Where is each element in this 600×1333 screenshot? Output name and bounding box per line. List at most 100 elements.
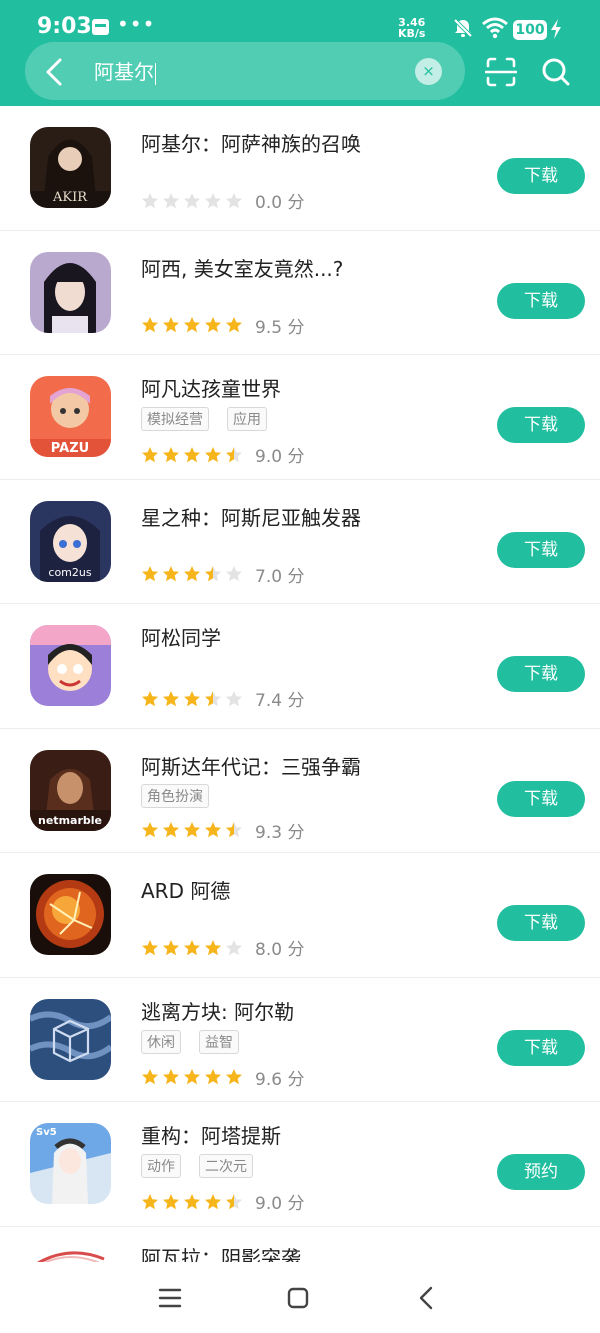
- search-input[interactable]: 阿基尔: [94, 58, 156, 86]
- app-title[interactable]: 重构：阿塔提斯: [141, 1120, 281, 1149]
- menu-icon[interactable]: [157, 1287, 183, 1309]
- download-button[interactable]: 下载: [497, 158, 585, 194]
- app-title[interactable]: 逃离方块: 阿尔勒: [141, 996, 294, 1025]
- star-full-icon: [205, 317, 221, 333]
- star-rating: [141, 192, 243, 210]
- app-list-item[interactable]: Sv5 重构：阿塔提斯 动作 二次元 9.0 分 预约: [0, 1102, 600, 1227]
- app-list-item[interactable]: netmarble 阿斯达年代记：三强争霸 角色扮演 9.3 分 下载: [0, 729, 600, 853]
- app-title[interactable]: 阿凡达孩童世界: [141, 373, 281, 402]
- app-icon[interactable]: netmarble: [30, 749, 111, 831]
- star-full-icon: [142, 939, 158, 955]
- app-tag: 角色扮演: [141, 783, 209, 808]
- star-full-icon: [163, 1193, 179, 1209]
- search-box[interactable]: [25, 42, 465, 100]
- star-rating: [141, 690, 243, 708]
- app-title[interactable]: 阿基尔：阿萨神族的召唤: [141, 128, 361, 157]
- app-title[interactable]: 阿西, 美女室友竟然...?: [141, 253, 343, 282]
- app-score: 8.0 分: [255, 940, 305, 960]
- search-icon[interactable]: [540, 55, 572, 89]
- star-empty-icon: [163, 192, 179, 208]
- download-button[interactable]: 下载: [497, 656, 585, 692]
- app-list-item[interactable]: ARD 阿德 8.0 分 下载: [0, 853, 600, 978]
- star-rating: [141, 565, 243, 583]
- app-icon[interactable]: PAZU: [30, 376, 111, 457]
- star-full-icon: [205, 939, 221, 955]
- star-full-icon: [184, 566, 200, 582]
- nav-back-icon[interactable]: [415, 1285, 437, 1311]
- star-full-icon: [142, 1193, 158, 1209]
- app-tag: 应用: [227, 407, 267, 431]
- app-icon[interactable]: [30, 998, 111, 1080]
- star-full-icon: [184, 1069, 200, 1085]
- clear-search-button[interactable]: ×: [415, 58, 442, 85]
- home-icon[interactable]: [286, 1286, 310, 1310]
- app-title-partial[interactable]: 阿瓦拉：阴影突袭: [141, 1243, 301, 1263]
- star-half-icon: [226, 822, 242, 838]
- app-icon[interactable]: AKIR: [30, 127, 111, 208]
- app-title[interactable]: ARD 阿德: [141, 875, 230, 904]
- app-tags: 模拟经营 应用: [141, 407, 267, 431]
- battery-level: 100: [513, 20, 547, 40]
- app-title[interactable]: 星之种：阿斯尼亚触发器: [141, 502, 361, 531]
- reserve-button[interactable]: 预约: [497, 1154, 585, 1190]
- download-button[interactable]: 下载: [497, 1029, 585, 1066]
- app-rating: 0.0 分: [141, 188, 304, 213]
- svg-text:netmarble: netmarble: [38, 814, 102, 827]
- app-list-item[interactable]: 阿松同学 7.4 分 下载: [0, 604, 600, 729]
- app-list-item[interactable]: com2us 星之种：阿斯尼亚触发器 7.0 分 下载: [0, 480, 600, 604]
- star-full-icon: [226, 1069, 242, 1085]
- svg-text:PAZU: PAZU: [51, 441, 89, 456]
- star-full-icon: [163, 1069, 179, 1085]
- app-title[interactable]: 阿斯达年代记：三强争霸: [141, 751, 361, 780]
- app-score: 7.0 分: [255, 566, 305, 587]
- app-icon[interactable]: [30, 874, 111, 955]
- star-full-icon: [184, 690, 200, 706]
- star-full-icon: [184, 822, 200, 838]
- star-half-icon: [205, 566, 221, 582]
- app-icon-partial[interactable]: [30, 1248, 111, 1262]
- back-arrow-icon[interactable]: [36, 55, 72, 89]
- app-title[interactable]: 阿松同学: [141, 622, 221, 651]
- download-button[interactable]: 下载: [497, 407, 585, 443]
- app-icon[interactable]: [30, 625, 111, 706]
- scan-icon[interactable]: [485, 56, 517, 88]
- net-speed-unit: KB/s: [398, 27, 426, 40]
- download-button[interactable]: 下载: [497, 780, 585, 817]
- status-time: 9:03: [37, 14, 92, 39]
- app-icon[interactable]: Sv5: [30, 1123, 111, 1204]
- star-half-icon: [226, 1193, 242, 1209]
- app-tag: 休闲: [141, 1029, 181, 1054]
- download-button[interactable]: 下载: [497, 282, 585, 319]
- app-rating: 8.0 分: [141, 935, 304, 960]
- svg-text:AKIR: AKIR: [52, 190, 88, 205]
- text-caret: [155, 62, 156, 85]
- svg-text:Sv5: Sv5: [36, 1127, 57, 1138]
- star-full-icon: [142, 317, 158, 333]
- star-full-icon: [205, 1069, 221, 1085]
- app-icon[interactable]: com2us: [30, 500, 111, 582]
- star-full-icon: [205, 446, 221, 462]
- star-full-icon: [163, 690, 179, 706]
- app-list-item[interactable]: AKIR 阿基尔：阿萨神族的召唤 0.0 分 下载: [0, 106, 600, 231]
- app-rating: 9.5 分: [141, 313, 304, 338]
- download-button[interactable]: 下载: [497, 905, 585, 941]
- star-full-icon: [142, 446, 158, 462]
- app-list-item[interactable]: 逃离方块: 阿尔勒 休闲 益智 9.6 分 下载: [0, 978, 600, 1102]
- star-empty-icon: [226, 690, 242, 706]
- app-rating: 9.0 分: [141, 1189, 304, 1214]
- charging-icon: [551, 19, 561, 39]
- app-list-item[interactable]: PAZU 阿凡达孩童世界 模拟经营 应用 9.0 分 下载: [0, 355, 600, 480]
- app-score: 9.0 分: [255, 447, 305, 467]
- download-button[interactable]: 下载: [497, 531, 585, 568]
- star-full-icon: [163, 446, 179, 462]
- star-rating: [141, 446, 243, 464]
- star-full-icon: [142, 566, 158, 582]
- star-empty-icon: [226, 939, 242, 955]
- app-tags: 动作 二次元: [141, 1154, 253, 1178]
- app-tag: 二次元: [199, 1154, 253, 1178]
- star-rating: [141, 821, 243, 839]
- app-list-item[interactable]: 阿西, 美女室友竟然...? 9.5 分 下载: [0, 231, 600, 355]
- app-icon[interactable]: [30, 251, 111, 333]
- app-score: 7.4 分: [255, 691, 305, 711]
- app-score: 9.6 分: [255, 1069, 305, 1090]
